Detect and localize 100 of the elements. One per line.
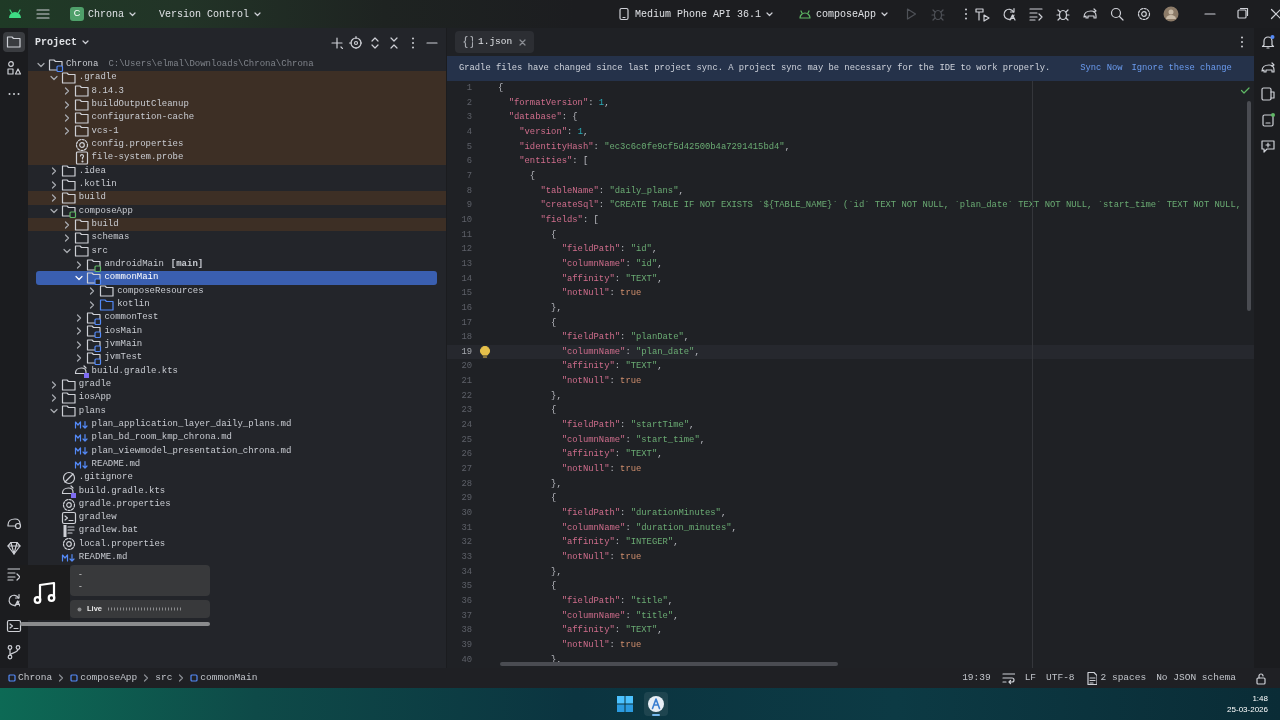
banner-link[interactable]: Ignore these change	[1131, 61, 1232, 76]
avatar-icon[interactable]	[1163, 6, 1180, 22]
windows-start-icon[interactable]	[616, 695, 634, 713]
module-icon	[70, 674, 79, 682]
json-schema[interactable]: No JSON schema	[1156, 670, 1236, 686]
tree-item[interactable]: composeApp	[28, 204, 446, 218]
project-tool-button[interactable]	[3, 32, 25, 52]
build-run-icon[interactable]	[974, 6, 991, 22]
elephant-icon[interactable]	[1259, 60, 1276, 76]
close-icon[interactable]	[1268, 6, 1280, 22]
code-line: "affinity": "INTEGER",	[560, 536, 679, 550]
tree-item[interactable]: jvmMain	[28, 337, 446, 352]
tree-item[interactable]: iosApp	[28, 391, 446, 405]
breadcrumb[interactable]: src	[155, 670, 173, 686]
banner-link[interactable]: Sync Now	[1080, 61, 1123, 76]
tree-item[interactable]: build.gradle.kts	[28, 484, 446, 498]
list-icon[interactable]	[1028, 6, 1045, 22]
caret-position[interactable]: 19:39	[962, 670, 991, 686]
code-line: "affinity": "TEXT",	[560, 360, 663, 374]
breadcrumb[interactable]: composeApp	[70, 670, 138, 686]
file-encoding[interactable]: UTF-8	[1046, 670, 1075, 686]
device-icon[interactable]	[1259, 86, 1276, 102]
folder-icon	[99, 283, 116, 300]
breadcrumb[interactable]: Chrona	[8, 670, 53, 686]
file-tab[interactable]: 1.json	[455, 31, 535, 53]
structure-icon[interactable]	[6, 60, 22, 76]
tree-item[interactable]: kotlin	[28, 297, 446, 312]
tree-item[interactable]: .gradle	[28, 71, 446, 85]
tree-item[interactable]: androidMain [main]	[28, 257, 446, 272]
line-separator[interactable]: LF	[1024, 670, 1037, 686]
line-number: 15	[460, 287, 472, 301]
folder-icon	[60, 189, 77, 206]
add-icon[interactable]	[329, 35, 343, 49]
phone-icon[interactable]	[1259, 112, 1276, 128]
tree-item[interactable]: plans	[28, 404, 446, 418]
code-line: "identityHash": "ec3c6c0fe9cf5d42500b4a7291415bd4",	[518, 140, 790, 154]
tree-item[interactable]: iosMain	[28, 324, 446, 338]
line-number: 39	[460, 638, 472, 652]
tree-item[interactable]: commonTest	[28, 311, 446, 325]
tree-item[interactable]: build	[28, 191, 446, 205]
tree-item[interactable]: file-system.probe	[28, 151, 446, 165]
tree-item[interactable]: README.md	[28, 457, 446, 472]
wrap-icon[interactable]	[1000, 671, 1015, 685]
banner-message: Gradle files have changed since last project sync. A project sync may be necessary for the IDE to work properly.	[459, 61, 1051, 75]
breadcrumb[interactable]: commonMain	[190, 670, 258, 686]
terminal-icon[interactable]	[6, 618, 22, 634]
search-icon[interactable]	[1109, 6, 1126, 22]
code-line: "fieldPath": "startTime",	[560, 419, 695, 433]
tree-item[interactable]: src	[28, 244, 446, 258]
locate-icon[interactable]	[348, 35, 362, 49]
lock-icon[interactable]	[1254, 671, 1268, 685]
menu-icon[interactable]	[35, 6, 51, 22]
branch-icon[interactable]	[6, 644, 22, 660]
layers-icon[interactable]	[6, 566, 22, 582]
tree-item[interactable]: Chrona C:\Users\elmal\Downloads\Chrona\Chrona	[28, 58, 446, 72]
tree-item[interactable]: README.md	[28, 551, 446, 565]
tree-item[interactable]: composeResources	[28, 284, 446, 298]
tree-item[interactable]: schemas	[28, 231, 446, 245]
lightbulb-icon[interactable]	[478, 345, 492, 360]
elephant-sync-icon[interactable]	[1082, 6, 1099, 22]
gem-icon[interactable]	[6, 540, 22, 556]
project-switcher[interactable]: C Chrona	[65, 4, 142, 24]
line-number: 34	[460, 565, 472, 579]
branch-tag: [main]	[170, 257, 204, 272]
settings-icon[interactable]	[1136, 6, 1153, 22]
tree-item[interactable]: local.properties	[28, 537, 446, 552]
line-number: 7	[465, 169, 472, 183]
tree-item[interactable]: build.gradle.kts	[28, 364, 446, 378]
tree-item[interactable]: configuration-cache	[28, 111, 446, 125]
tree-item[interactable]: .idea	[28, 164, 446, 178]
tree-item[interactable]: gradle.properties	[28, 497, 446, 512]
chevron-icon[interactable]	[48, 73, 59, 83]
tree-item[interactable]: build	[28, 217, 446, 232]
run-configuration[interactable]: composeApp	[793, 4, 895, 24]
phone-icon	[617, 7, 631, 21]
panel-title-menu[interactable]: Project	[35, 34, 90, 50]
tree-item[interactable]: gradlew	[28, 511, 446, 525]
tree-item[interactable]: gradlew.bat	[28, 524, 446, 538]
refresh-icon[interactable]	[1001, 6, 1018, 22]
taskbar-app-button[interactable]	[644, 692, 668, 716]
tree-item[interactable]: plan_viewmodel_presentation_chrona.md	[28, 444, 446, 458]
notifications-icon[interactable]	[1259, 34, 1276, 50]
tree-item[interactable]: .kotlin	[28, 177, 446, 192]
version-control-menu[interactable]: Version Control	[154, 4, 268, 24]
refresh-icon[interactable]	[6, 592, 22, 608]
indent-setting[interactable]: 2 spaces	[1084, 670, 1147, 686]
tree-item[interactable]: .gitignore	[28, 471, 446, 485]
tree-item[interactable]: gradle	[28, 377, 446, 392]
folder-icon	[60, 70, 77, 86]
chat-icon[interactable]	[1259, 138, 1276, 154]
line-number: 2	[465, 96, 472, 110]
scrollbar-thumb[interactable]	[1247, 101, 1251, 311]
scrollbar-thumb[interactable]	[500, 662, 838, 666]
tree-item[interactable]: plan_bd_room_kmp_chrona.md	[28, 431, 446, 445]
folder-icon	[60, 176, 77, 193]
tree-item[interactable]: commonMain	[36, 271, 437, 285]
tree-item[interactable]: plan_application_layer_daily_plans.md	[28, 417, 446, 432]
device-selector[interactable]: Medium Phone API 36.1	[612, 4, 780, 24]
tree-item[interactable]: jvmTest	[28, 351, 446, 365]
studio-app-icon	[647, 695, 665, 713]
